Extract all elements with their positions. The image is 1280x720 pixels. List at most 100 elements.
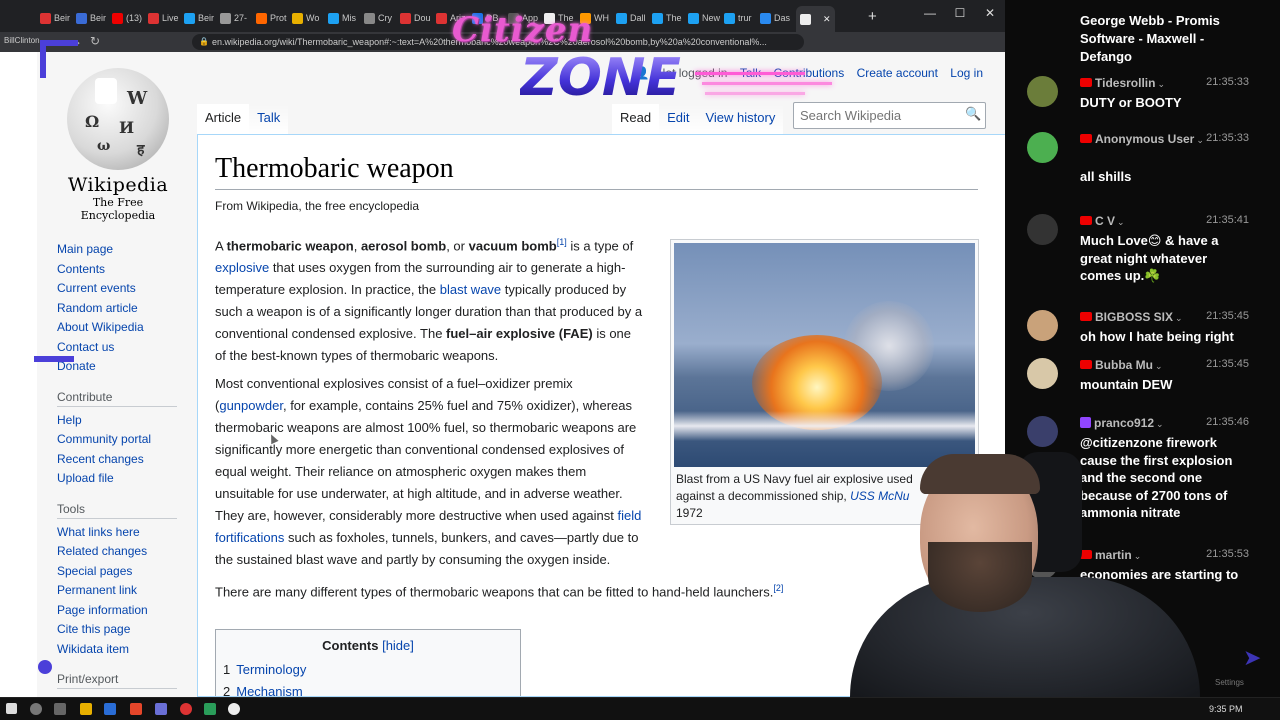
sidebar-item-upload-file[interactable]: Upload file xyxy=(57,469,207,489)
tab-article[interactable]: Article xyxy=(197,104,250,134)
browser-tab[interactable]: Dou xyxy=(400,7,431,29)
sidebar-item-permanent-link[interactable]: Permanent link xyxy=(57,581,207,601)
blast-wave-link[interactable]: blast wave xyxy=(440,282,501,297)
sidebar-item-special-pages[interactable]: Special pages xyxy=(57,562,207,582)
chevron-down-icon[interactable]: ⌄ xyxy=(1175,313,1183,323)
search-icon[interactable] xyxy=(30,703,42,715)
toc-hide-toggle[interactable]: [hide] xyxy=(382,638,414,653)
tab-close-icon[interactable]: ✕ xyxy=(823,14,831,25)
chat-username[interactable]: C V xyxy=(1095,214,1115,228)
taskbar-clock[interactable]: 9:35 PM xyxy=(1209,704,1243,714)
spreadsheet-icon[interactable] xyxy=(204,703,216,715)
chat-username[interactable]: BIGBOSS SIX xyxy=(1095,310,1173,324)
print-export-heading[interactable]: Print/export xyxy=(57,672,177,689)
image-thumbnail[interactable]: Blast from a US Navy fuel air explosive … xyxy=(670,239,979,525)
chat-username[interactable]: Anonymous User xyxy=(1095,132,1194,146)
browser-tab[interactable]: (13) xyxy=(112,7,142,29)
avatar[interactable] xyxy=(1027,548,1058,579)
tab-talk[interactable]: Talk xyxy=(249,104,289,134)
sidebar-item-community-portal[interactable]: Community portal xyxy=(57,430,207,450)
tab-view-history[interactable]: View history xyxy=(697,104,784,134)
browser-tab[interactable]: trur xyxy=(724,7,752,29)
toc-item-label[interactable]: Mechanism xyxy=(236,684,302,696)
browser-tab[interactable]: Beir xyxy=(76,7,106,29)
search-input[interactable] xyxy=(793,102,986,129)
browser-tab[interactable]: The xyxy=(544,7,574,29)
chat-username[interactable]: pranco912 xyxy=(1094,416,1154,430)
chat-settings-label[interactable]: Settings xyxy=(1215,678,1244,687)
browser-tab[interactable]: Beir xyxy=(184,7,214,29)
browser-tab[interactable]: Beir xyxy=(40,7,70,29)
toc-item-label[interactable]: Terminology xyxy=(236,662,306,677)
tab-edit[interactable]: Edit xyxy=(659,104,698,134)
browser-tab[interactable]: ✕ xyxy=(796,6,835,32)
avatar[interactable] xyxy=(1027,358,1058,389)
media-icon[interactable] xyxy=(228,703,240,715)
contributions-link[interactable]: Contributions xyxy=(774,66,845,80)
chevron-down-icon[interactable]: ⌄ xyxy=(1196,135,1204,145)
browser-tab[interactable]: App xyxy=(508,7,538,29)
create-account-link[interactable]: Create account xyxy=(857,66,938,80)
sidebar-item-contact-us[interactable]: Contact us xyxy=(57,338,207,358)
reference-link[interactable]: [1] xyxy=(557,237,567,247)
explosive-link[interactable]: explosive xyxy=(215,260,269,275)
sidebar-item-main-page[interactable]: Main page xyxy=(57,240,207,260)
file-explorer-icon[interactable] xyxy=(80,703,92,715)
browser-tab[interactable]: Prot xyxy=(256,7,287,29)
sidebar-item-wikidata-item[interactable]: Wikidata item xyxy=(57,640,207,660)
chat-username[interactable]: martin xyxy=(1095,548,1132,562)
browser-tab[interactable]: New xyxy=(688,7,720,29)
sidebar-item-what-links-here[interactable]: What links here xyxy=(57,523,207,543)
sidebar-item-current-events[interactable]: Current events xyxy=(57,279,207,299)
sidebar-item-page-information[interactable]: Page information xyxy=(57,601,207,621)
sidebar-item-donate[interactable]: Donate xyxy=(57,357,207,377)
tab-read[interactable]: Read xyxy=(612,104,660,134)
browser-tab[interactable]: The xyxy=(652,7,682,29)
browser-tab[interactable]: Wo xyxy=(292,7,319,29)
browser-tab[interactable]: Cry xyxy=(364,7,392,29)
sidebar-item-recent-changes[interactable]: Recent changes xyxy=(57,450,207,470)
sidebar-item-about-wikipedia[interactable]: About Wikipedia xyxy=(57,318,207,338)
uss-link[interactable]: USS McNu xyxy=(850,489,909,503)
browser-tab[interactable]: Dall xyxy=(616,7,646,29)
brave-browser-icon[interactable] xyxy=(130,703,142,715)
chevron-down-icon[interactable]: ⌄ xyxy=(1155,361,1163,371)
log-in-link[interactable]: Log in xyxy=(950,66,983,80)
explosion-photo[interactable] xyxy=(674,243,975,467)
toc-item[interactable]: 1 Terminology xyxy=(223,659,513,681)
reload-icon[interactable]: ↻ xyxy=(90,34,100,48)
maximize-button[interactable]: ☐ xyxy=(950,6,970,20)
search-icon[interactable]: 🔍 xyxy=(965,106,983,124)
browser-tab[interactable]: 27- xyxy=(220,7,247,29)
toc-item[interactable]: 2 Mechanism xyxy=(223,681,513,696)
new-tab-button[interactable]: + xyxy=(868,8,877,25)
avatar[interactable] xyxy=(1027,214,1058,245)
sidebar-item-cite-this-page[interactable]: Cite this page xyxy=(57,620,207,640)
sidebar-item-help[interactable]: Help xyxy=(57,411,207,431)
store-icon[interactable] xyxy=(104,703,116,715)
browser-tab[interactable]: Mis xyxy=(328,7,356,29)
app-icon[interactable] xyxy=(155,703,167,715)
avatar[interactable] xyxy=(1027,76,1058,107)
browser-tab[interactable]: WH xyxy=(580,7,609,29)
avatar[interactable] xyxy=(1027,416,1058,447)
reference-link[interactable]: [2] xyxy=(773,583,783,593)
gunpowder-link[interactable]: gunpowder xyxy=(219,398,283,413)
address-bar[interactable]: 🔒 en.wikipedia.org/wiki/Thermobaric_weap… xyxy=(192,34,804,50)
avatar[interactable] xyxy=(1027,132,1058,163)
chevron-down-icon[interactable]: ⌄ xyxy=(1134,551,1142,561)
avatar[interactable] xyxy=(1027,310,1058,341)
chevron-down-icon[interactable]: ⌄ xyxy=(1117,217,1125,227)
wikipedia-logo[interactable]: W Ω И ω ह Wikipedia The Free Encyclopedi… xyxy=(55,68,181,222)
chevron-down-icon[interactable]: ⌄ xyxy=(1157,79,1165,89)
obs-icon[interactable] xyxy=(180,703,192,715)
browser-tab[interactable]: DB xyxy=(472,7,499,29)
chat-username[interactable]: Tidesrollin xyxy=(1095,76,1155,90)
browser-tab[interactable]: Live xyxy=(148,7,179,29)
chevron-down-icon[interactable]: ⌄ xyxy=(1156,419,1164,429)
sidebar-item-contents[interactable]: Contents xyxy=(57,260,207,280)
minimize-button[interactable]: — xyxy=(920,6,940,20)
talk-link[interactable]: Talk xyxy=(740,66,761,80)
browser-tab[interactable]: Das xyxy=(760,7,790,29)
sidebar-item-related-changes[interactable]: Related changes xyxy=(57,542,207,562)
